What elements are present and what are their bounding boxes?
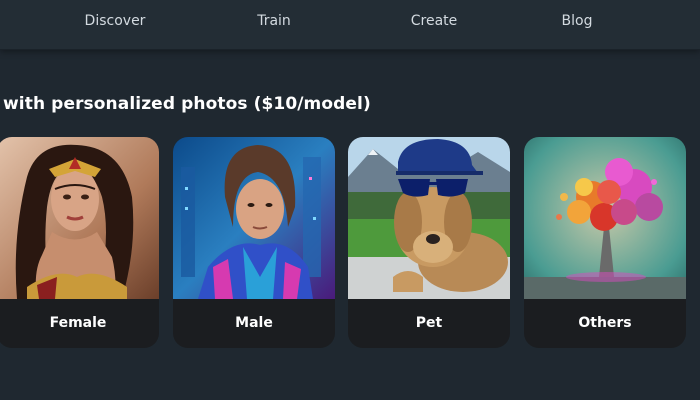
nav-blog[interactable]: Blog: [562, 13, 593, 29]
category-card-female[interactable]: Female: [0, 137, 159, 348]
category-label-male: Male: [235, 315, 273, 331]
top-navigation: Discover Train Create Blog: [0, 0, 700, 50]
section-headline: with personalized photos ($10/model): [3, 94, 371, 114]
category-label-pet: Pet: [415, 315, 443, 331]
woman-portrait-image: [0, 137, 159, 299]
dog-with-sunglasses-image: [348, 137, 510, 299]
category-card-pet[interactable]: Pet: [348, 137, 510, 348]
man-neon-portrait-image: [173, 137, 335, 299]
category-label-others: Others: [578, 315, 632, 331]
nav-discover[interactable]: Discover: [85, 13, 146, 29]
nav-create[interactable]: Create: [411, 13, 458, 29]
category-card-others[interactable]: Others: [524, 137, 686, 348]
nav-train[interactable]: Train: [257, 13, 291, 29]
colorful-explosion-image: [524, 137, 686, 299]
category-label-female: Female: [49, 315, 107, 331]
category-card-male[interactable]: Male: [173, 137, 335, 348]
